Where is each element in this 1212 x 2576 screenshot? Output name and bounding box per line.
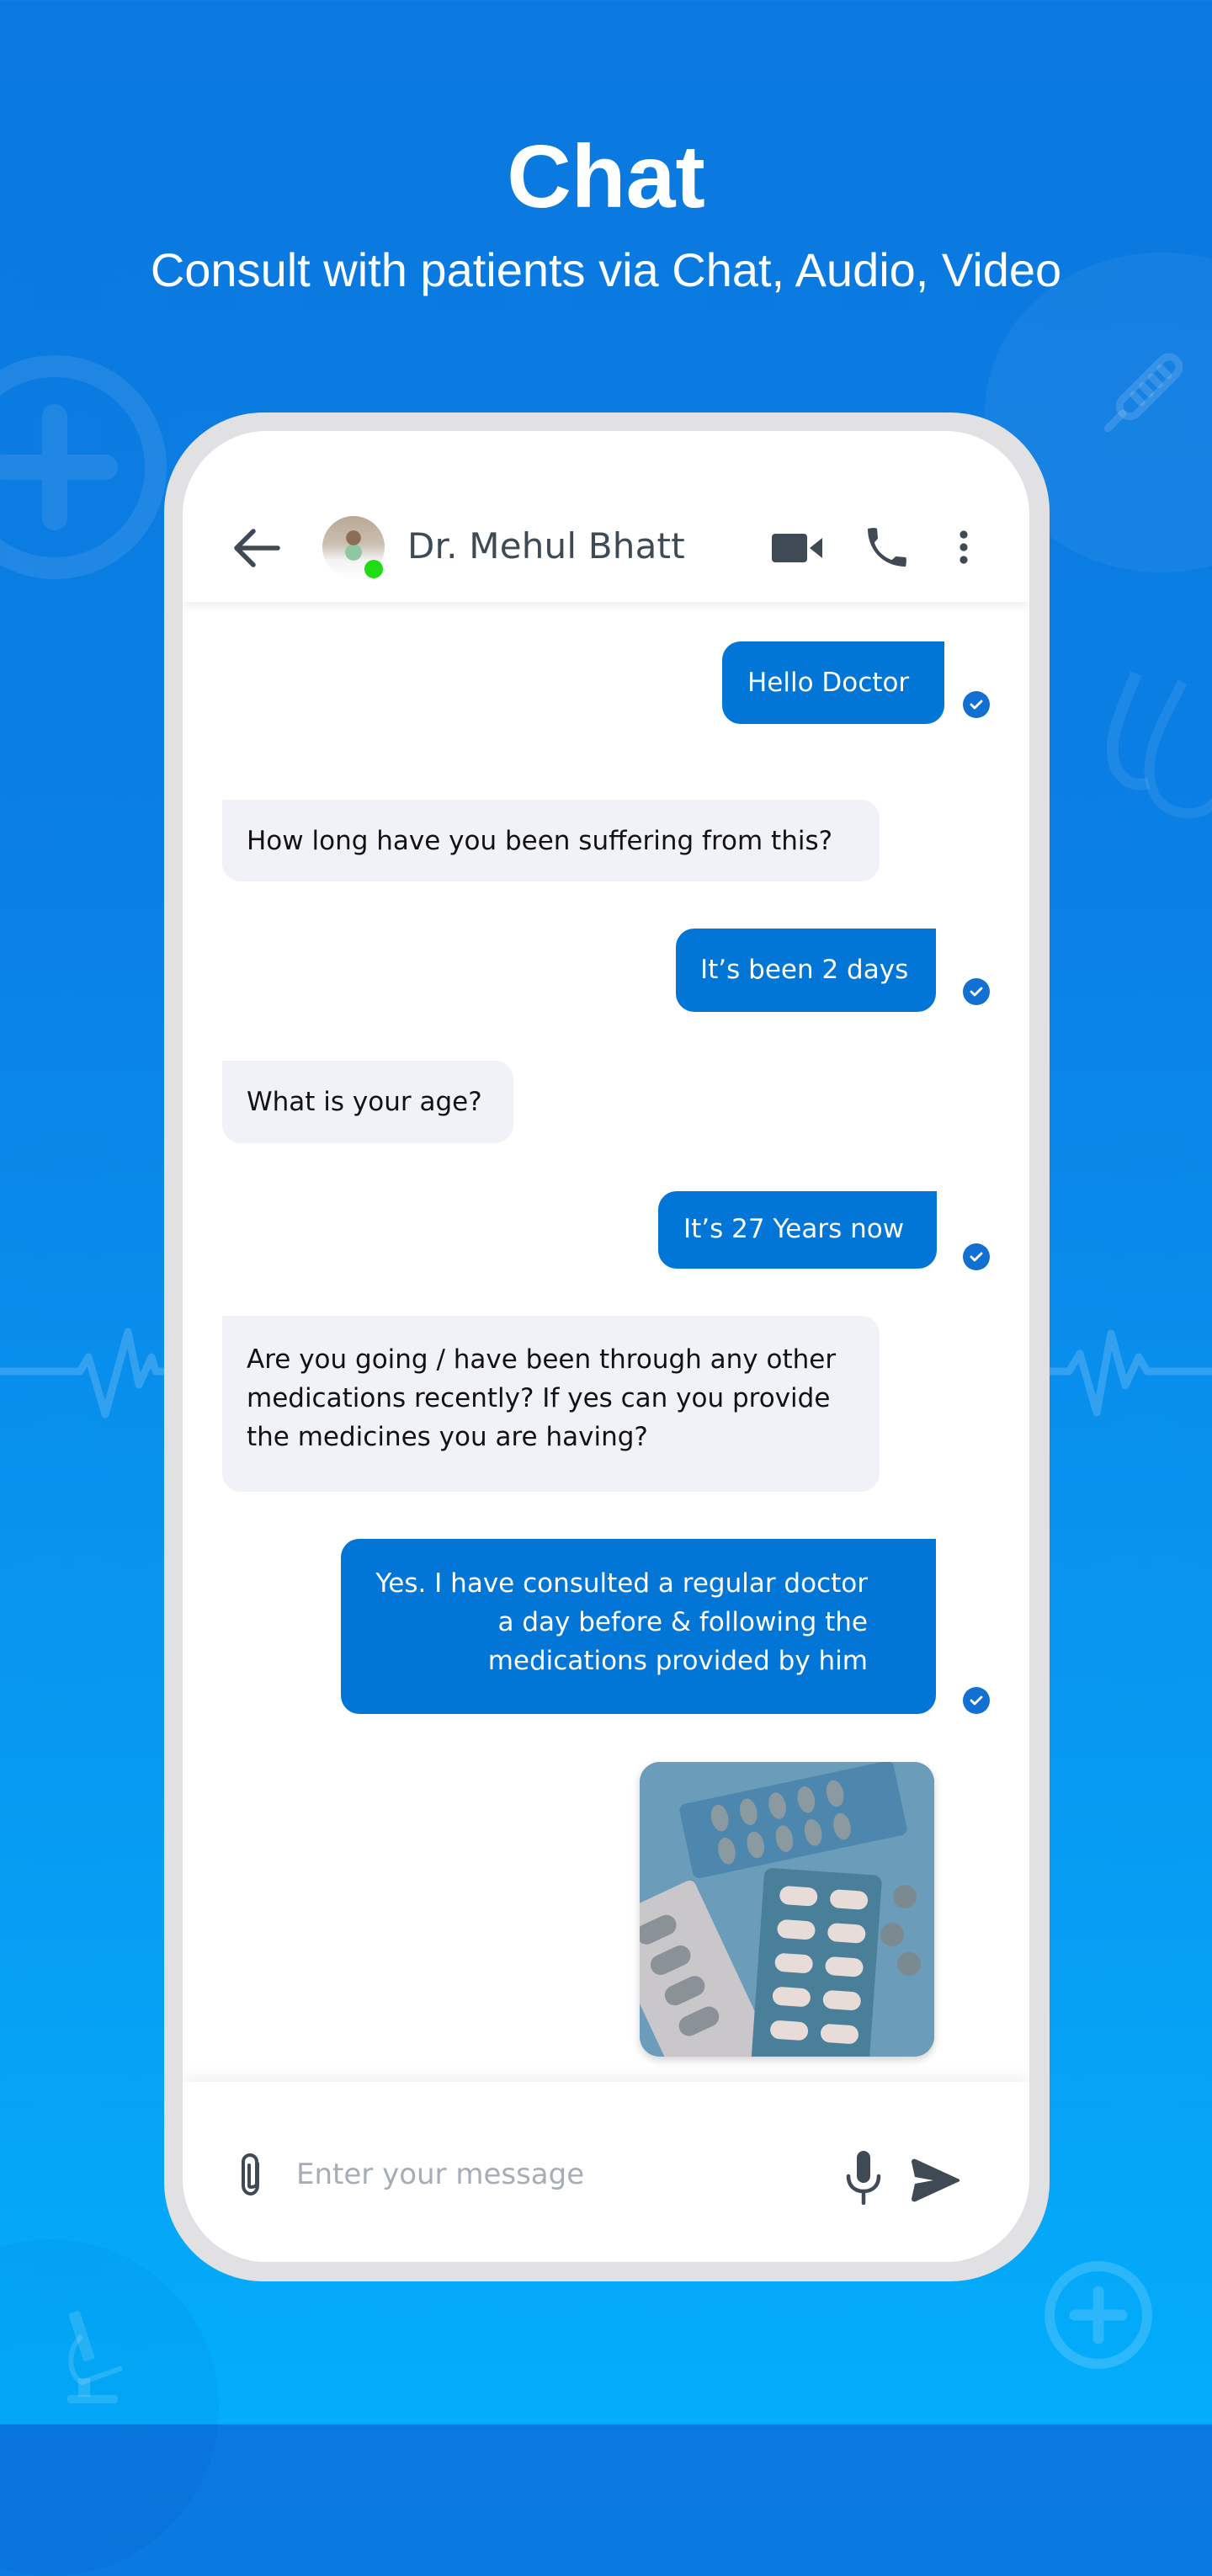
read-receipt-icon bbox=[963, 978, 990, 1005]
read-receipt-icon bbox=[963, 1687, 990, 1714]
phone-screen: Dr. Mehul Bhatt Hello Doctor How long ha… bbox=[183, 431, 1029, 2262]
online-status-dot bbox=[364, 560, 383, 578]
promo-subtitle: Consult with patients via Chat, Audio, V… bbox=[150, 243, 1062, 296]
message-sent[interactable]: Hello Doctor bbox=[722, 641, 944, 724]
message-list[interactable]: Hello Doctor How long have you been suff… bbox=[183, 602, 1029, 2226]
read-receipt-icon bbox=[963, 691, 990, 718]
message-received[interactable]: Are you going / have been through any ot… bbox=[222, 1316, 880, 1492]
video-call-icon[interactable] bbox=[772, 532, 824, 564]
thermometer-decoration-icon bbox=[1103, 353, 1183, 433]
more-vertical-icon[interactable] bbox=[955, 530, 972, 569]
plus-circle-decoration-icon bbox=[0, 355, 167, 579]
chat-header: Dr. Mehul Bhatt bbox=[183, 431, 1029, 602]
plus-circle-small-decoration-icon bbox=[1045, 2261, 1152, 2369]
image-message-medicines[interactable] bbox=[640, 1762, 934, 2057]
message-sent[interactable]: Yes. I have consulted a regular doctor a… bbox=[341, 1539, 936, 1714]
background-blob-bottom bbox=[0, 2239, 219, 2576]
send-icon[interactable] bbox=[910, 2158, 960, 2202]
heartbeat-left-decoration-icon bbox=[0, 1328, 168, 1418]
attachment-paperclip-icon[interactable] bbox=[236, 2152, 266, 2199]
drops-decoration-icon bbox=[1106, 671, 1212, 819]
promo-title: Chat bbox=[507, 127, 705, 226]
heartbeat-right-decoration-icon bbox=[1048, 1329, 1212, 1417]
medicine-blister-photo bbox=[640, 1762, 934, 2057]
back-arrow-icon[interactable] bbox=[231, 527, 282, 569]
message-received[interactable]: How long have you been suffering from th… bbox=[222, 800, 880, 881]
message-sent[interactable]: It’s 27 Years now bbox=[658, 1191, 937, 1269]
read-receipt-icon bbox=[963, 1243, 990, 1270]
message-composer bbox=[183, 2082, 1029, 2262]
contact-name[interactable]: Dr. Mehul Bhatt bbox=[407, 525, 685, 567]
microphone-icon[interactable] bbox=[843, 2151, 884, 2205]
microscope-decoration-icon bbox=[67, 2311, 124, 2403]
message-received[interactable]: What is your age? bbox=[222, 1061, 513, 1143]
message-sent[interactable]: It’s been 2 days bbox=[676, 929, 936, 1012]
phone-call-icon[interactable] bbox=[864, 526, 908, 570]
message-input[interactable] bbox=[296, 2149, 801, 2200]
